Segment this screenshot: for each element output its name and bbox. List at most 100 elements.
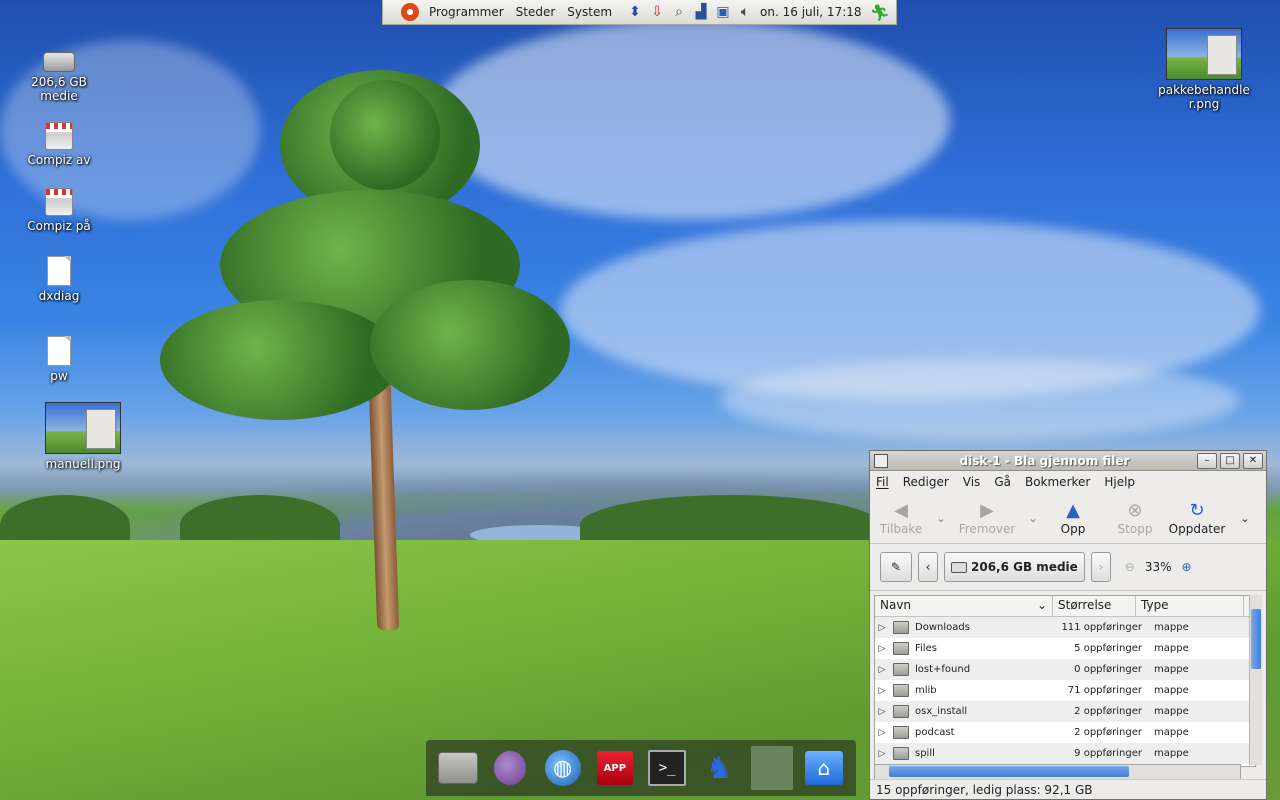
menu-vis[interactable]: Vis	[963, 475, 981, 489]
system-tray: ⬍ ⇩ ⌕ ▟ ▣ 🔈︎	[626, 3, 754, 21]
image-thumbnail-icon	[1166, 28, 1242, 80]
dock-terminal[interactable]: >_	[646, 747, 688, 789]
expander-triangle-icon[interactable]: ▷	[875, 749, 889, 759]
menu-programmer[interactable]: Programmer	[423, 5, 510, 19]
back-history-dropdown[interactable]: ⌄	[932, 512, 950, 525]
menu-rediger[interactable]: Rediger	[903, 475, 949, 489]
dock-frog[interactable]: ♞	[698, 747, 740, 789]
desktop-icon-compiz-on[interactable]: Compiz på	[14, 188, 104, 233]
reload-button[interactable]: ↻ Oppdater	[1166, 500, 1228, 536]
desktop-icon-manuell[interactable]: manuell.png	[38, 402, 128, 471]
menu-system[interactable]: System	[561, 5, 618, 19]
breadcrumb-drive[interactable]: 206,6 GB medie	[944, 552, 1085, 582]
forward-button[interactable]: ▶ Fremover	[950, 500, 1024, 536]
hard-drive-icon	[951, 561, 967, 573]
horizontal-scroll-thumb[interactable]	[889, 766, 1129, 777]
desktop-icon-compiz-off[interactable]: Compiz av	[14, 122, 104, 167]
update-notifier-icon[interactable]: ⇩	[648, 3, 666, 21]
column-header-name[interactable]: Navn ⌄	[875, 596, 1053, 616]
image-thumbnail-icon	[45, 402, 121, 454]
table-row[interactable]: ▷ mlib 71 oppføringer mappe	[875, 680, 1255, 701]
desktop-icon-drive[interactable]: 206,6 GB medie	[14, 42, 104, 103]
file-name: podcast	[915, 727, 955, 738]
file-size: 2 oppføringer	[1074, 706, 1142, 717]
crumb-forward-button[interactable]: ›	[1090, 552, 1111, 582]
menu-hjelp[interactable]: Hjelp	[1104, 475, 1135, 489]
crumb-back-button[interactable]: ‹	[918, 552, 938, 582]
zoom-out-icon[interactable]: ⊖	[1125, 560, 1135, 574]
stop-button[interactable]: ⊗ Stopp	[1104, 500, 1166, 536]
back-button[interactable]: ◀ Tilbake	[870, 500, 932, 536]
menu-fil[interactable]: Fil	[876, 475, 889, 489]
network-icon[interactable]: ⬍	[626, 3, 644, 21]
desktop-icon-dxdiag[interactable]: dxdiag	[14, 256, 104, 303]
menu-steder[interactable]: Steder	[510, 5, 562, 19]
dock-app-install[interactable]: APP	[594, 747, 636, 789]
browser-globe-icon: ◍	[544, 750, 581, 786]
zoom-level[interactable]: 33%	[1145, 560, 1172, 574]
desktop-icon-label: 206,6 GB medie	[31, 75, 87, 103]
expander-triangle-icon[interactable]: ▷	[875, 728, 889, 738]
folder-icon	[893, 747, 909, 760]
vertical-scroll-thumb[interactable]	[1251, 609, 1261, 669]
up-button[interactable]: ▲ Opp	[1042, 500, 1104, 536]
forward-label: Fremover	[958, 522, 1016, 536]
stop-icon: ⊗	[1127, 500, 1143, 521]
search-icon[interactable]: ⌕	[670, 3, 688, 21]
table-row[interactable]: ▷ lost+found 0 oppføringer mappe	[875, 659, 1255, 680]
desktop-icon-label: pw	[50, 369, 68, 383]
zoom-in-icon[interactable]: ⊕	[1182, 560, 1192, 574]
table-row[interactable]: ▷ osx_install 2 oppføringer mappe	[875, 701, 1255, 722]
window-menu-icon[interactable]	[874, 453, 888, 468]
signal-icon[interactable]: ▟	[692, 3, 710, 21]
folder-icon	[893, 726, 909, 739]
maximize-button[interactable]: □	[1220, 452, 1240, 469]
expander-triangle-icon[interactable]: ▷	[875, 686, 889, 696]
column-header-type[interactable]: Type	[1136, 596, 1244, 616]
running-man-icon[interactable]: 🏃︎	[870, 3, 890, 22]
dock-home[interactable]: ⌂	[803, 747, 845, 789]
table-row[interactable]: ▷ spill 9 oppføringer mappe	[875, 743, 1255, 764]
list-header: Navn ⌄ Størrelse Type	[875, 596, 1255, 617]
volume-icon[interactable]: 🔈︎	[736, 3, 754, 21]
edit-location-button[interactable]: ✎	[880, 552, 912, 582]
file-name: mlib	[915, 685, 937, 696]
window-titlebar[interactable]: disk-1 - Bla gjennom filer – □ ✕	[870, 451, 1266, 471]
expander-triangle-icon[interactable]: ▷	[875, 707, 889, 717]
expander-triangle-icon[interactable]: ▷	[875, 665, 889, 675]
dock-browser[interactable]: ◍	[542, 747, 584, 789]
folder-icon	[893, 642, 909, 655]
dock-map[interactable]	[750, 746, 793, 790]
pidgin-icon	[494, 751, 527, 785]
dock-file-manager[interactable]	[437, 747, 479, 789]
desktop-icon-pw[interactable]: pw	[14, 336, 104, 383]
dock-pidgin[interactable]	[489, 747, 531, 789]
menu-bokmerker[interactable]: Bokmerker	[1025, 475, 1090, 489]
horizontal-scrollbar[interactable]	[874, 764, 1241, 780]
location-bar: ✎ ‹ 206,6 GB medie › ⊖ 33% ⊕	[870, 544, 1266, 591]
table-row[interactable]: ▷ Downloads 111 oppføringer mappe	[875, 617, 1255, 638]
breadcrumb-label: 206,6 GB medie	[971, 560, 1078, 574]
toolbar-overflow-chevron-icon[interactable]: ⌄	[1236, 512, 1254, 525]
clock[interactable]: on. 16 juli, 17:18	[760, 5, 861, 19]
menubar: Fil Rediger Vis Gå Bokmerker Hjelp	[870, 471, 1266, 493]
desktop-icon-pakkebehandler[interactable]: pakkebehandler.png	[1156, 28, 1252, 111]
expander-triangle-icon[interactable]: ▷	[875, 623, 889, 633]
file-type: mappe	[1154, 727, 1189, 738]
close-button[interactable]: ✕	[1243, 452, 1263, 469]
ubuntu-logo-icon[interactable]	[401, 3, 419, 21]
menu-ga[interactable]: Gå	[994, 475, 1011, 489]
expander-triangle-icon[interactable]: ▷	[875, 644, 889, 654]
vertical-scrollbar[interactable]	[1249, 595, 1262, 765]
list-rows: ▷ Downloads 111 oppføringer mappe ▷ File…	[875, 617, 1255, 764]
column-header-name-label: Navn	[880, 598, 912, 612]
table-row[interactable]: ▷ Files 5 oppføringer mappe	[875, 638, 1255, 659]
minimize-button[interactable]: –	[1197, 452, 1217, 469]
file-type: mappe	[1154, 706, 1189, 717]
status-text: 15 oppføringer, ledig plass: 92,1 GB	[876, 782, 1093, 797]
column-header-size[interactable]: Størrelse	[1053, 596, 1136, 616]
dock: ◍ APP >_ ♞ ⌂	[426, 740, 856, 796]
workspace-icon[interactable]: ▣	[714, 3, 732, 21]
table-row[interactable]: ▷ podcast 2 oppføringer mappe	[875, 722, 1255, 743]
forward-history-dropdown[interactable]: ⌄	[1024, 512, 1042, 525]
